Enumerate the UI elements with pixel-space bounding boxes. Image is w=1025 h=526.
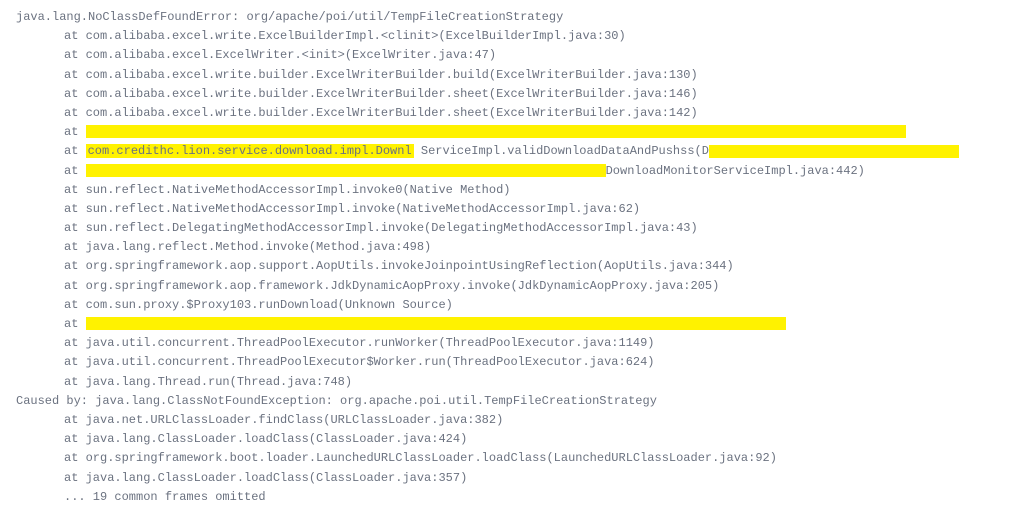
stacktrace-text: at org.springframework.aop.support.AopUt… bbox=[64, 259, 734, 273]
stacktrace-line: at com.alibaba.excel.write.ExcelBuilderI… bbox=[0, 27, 1025, 46]
stacktrace-text: at java.lang.Thread.run(Thread.java:748) bbox=[64, 375, 352, 389]
stacktrace-text: DownloadMonitorServiceImpl.java:442) bbox=[606, 164, 865, 178]
stacktrace-line: at bbox=[0, 123, 1025, 142]
stacktrace-line: at com.credithc.lion.service.download.im… bbox=[0, 142, 1025, 161]
stacktrace-text: at java.util.concurrent.ThreadPoolExecut… bbox=[64, 336, 655, 350]
stacktrace-line: at com.alibaba.excel.ExcelWriter.<init>(… bbox=[0, 46, 1025, 65]
stacktrace-text: at com.alibaba.excel.write.builder.Excel… bbox=[64, 106, 698, 120]
stacktrace-line: at com.alibaba.excel.write.builder.Excel… bbox=[0, 66, 1025, 85]
redacted-highlight bbox=[709, 145, 959, 158]
stacktrace-line: at sun.reflect.NativeMethodAccessorImpl.… bbox=[0, 181, 1025, 200]
stacktrace-line: ... 19 common frames omitted bbox=[0, 488, 1025, 507]
stacktrace-line: at com.alibaba.excel.write.builder.Excel… bbox=[0, 85, 1025, 104]
stacktrace-prefix: at bbox=[64, 125, 86, 139]
stacktrace-prefix: at bbox=[64, 144, 86, 158]
stacktrace-text: Caused by: java.lang.ClassNotFoundExcept… bbox=[16, 394, 657, 408]
stacktrace-text: ServiceImpl.validDownloadDataAndPushss(D bbox=[421, 144, 709, 158]
stacktrace-text: at com.alibaba.excel.write.builder.Excel… bbox=[64, 68, 698, 82]
stacktrace-line: at org.springframework.aop.support.AopUt… bbox=[0, 257, 1025, 276]
stacktrace-line: at java.lang.Thread.run(Thread.java:748) bbox=[0, 373, 1025, 392]
redacted-highlight bbox=[86, 125, 906, 138]
stacktrace-text: at com.sun.proxy.$Proxy103.runDownload(U… bbox=[64, 298, 453, 312]
stacktrace-line: at java.net.URLClassLoader.findClass(URL… bbox=[0, 411, 1025, 430]
stacktrace-text: at java.lang.ClassLoader.loadClass(Class… bbox=[64, 432, 467, 446]
stacktrace-text: at sun.reflect.NativeMethodAccessorImpl.… bbox=[64, 183, 510, 197]
stacktrace-line: at org.springframework.boot.loader.Launc… bbox=[0, 449, 1025, 468]
stacktrace-text: java.lang.NoClassDefFoundError: org/apac… bbox=[16, 10, 563, 24]
stacktrace-line: at com.sun.proxy.$Proxy103.runDownload(U… bbox=[0, 296, 1025, 315]
stacktrace-text: ... 19 common frames omitted bbox=[64, 490, 266, 504]
stacktrace-text: at java.lang.reflect.Method.invoke(Metho… bbox=[64, 240, 431, 254]
stacktrace-line: at sun.reflect.NativeMethodAccessorImpl.… bbox=[0, 200, 1025, 219]
stacktrace-text: at org.springframework.boot.loader.Launc… bbox=[64, 451, 777, 465]
stacktrace-line: at java.lang.ClassLoader.loadClass(Class… bbox=[0, 430, 1025, 449]
stacktrace-line: at java.lang.reflect.Method.invoke(Metho… bbox=[0, 238, 1025, 257]
stacktrace-text: at org.springframework.aop.framework.Jdk… bbox=[64, 279, 719, 293]
stacktrace-line: at java.lang.ClassLoader.loadClass(Class… bbox=[0, 469, 1025, 488]
redacted-text: com.credithc.lion.service.download.impl.… bbox=[86, 144, 414, 158]
stacktrace-line: at java.util.concurrent.ThreadPoolExecut… bbox=[0, 334, 1025, 353]
stacktrace-text: at java.lang.ClassLoader.loadClass(Class… bbox=[64, 471, 467, 485]
stacktrace-line: at sun.reflect.DelegatingMethodAccessorI… bbox=[0, 219, 1025, 238]
stacktrace-text: at com.alibaba.excel.write.ExcelBuilderI… bbox=[64, 29, 626, 43]
stacktrace-text: at java.net.URLClassLoader.findClass(URL… bbox=[64, 413, 503, 427]
stacktrace-line: at bbox=[0, 315, 1025, 334]
stacktrace-line: java.lang.NoClassDefFoundError: org/apac… bbox=[0, 8, 1025, 27]
stacktrace-text: at sun.reflect.NativeMethodAccessorImpl.… bbox=[64, 202, 640, 216]
stacktrace-prefix: at bbox=[64, 164, 86, 178]
redacted-highlight bbox=[86, 164, 606, 177]
stacktrace-line: at org.springframework.aop.framework.Jdk… bbox=[0, 277, 1025, 296]
stacktrace-text: at java.util.concurrent.ThreadPoolExecut… bbox=[64, 355, 655, 369]
stacktrace-line: at DownloadMonitorServiceImpl.java:442) bbox=[0, 162, 1025, 181]
stacktrace-text: at com.alibaba.excel.ExcelWriter.<init>(… bbox=[64, 48, 496, 62]
stacktrace-container: java.lang.NoClassDefFoundError: org/apac… bbox=[0, 8, 1025, 507]
stacktrace-line: Caused by: java.lang.ClassNotFoundExcept… bbox=[0, 392, 1025, 411]
redacted-highlight bbox=[86, 317, 786, 330]
stacktrace-line: at java.util.concurrent.ThreadPoolExecut… bbox=[0, 353, 1025, 372]
stacktrace-text: at com.alibaba.excel.write.builder.Excel… bbox=[64, 87, 698, 101]
stacktrace-line: at com.alibaba.excel.write.builder.Excel… bbox=[0, 104, 1025, 123]
stacktrace-prefix: at bbox=[64, 317, 86, 331]
stacktrace-text: at sun.reflect.DelegatingMethodAccessorI… bbox=[64, 221, 698, 235]
